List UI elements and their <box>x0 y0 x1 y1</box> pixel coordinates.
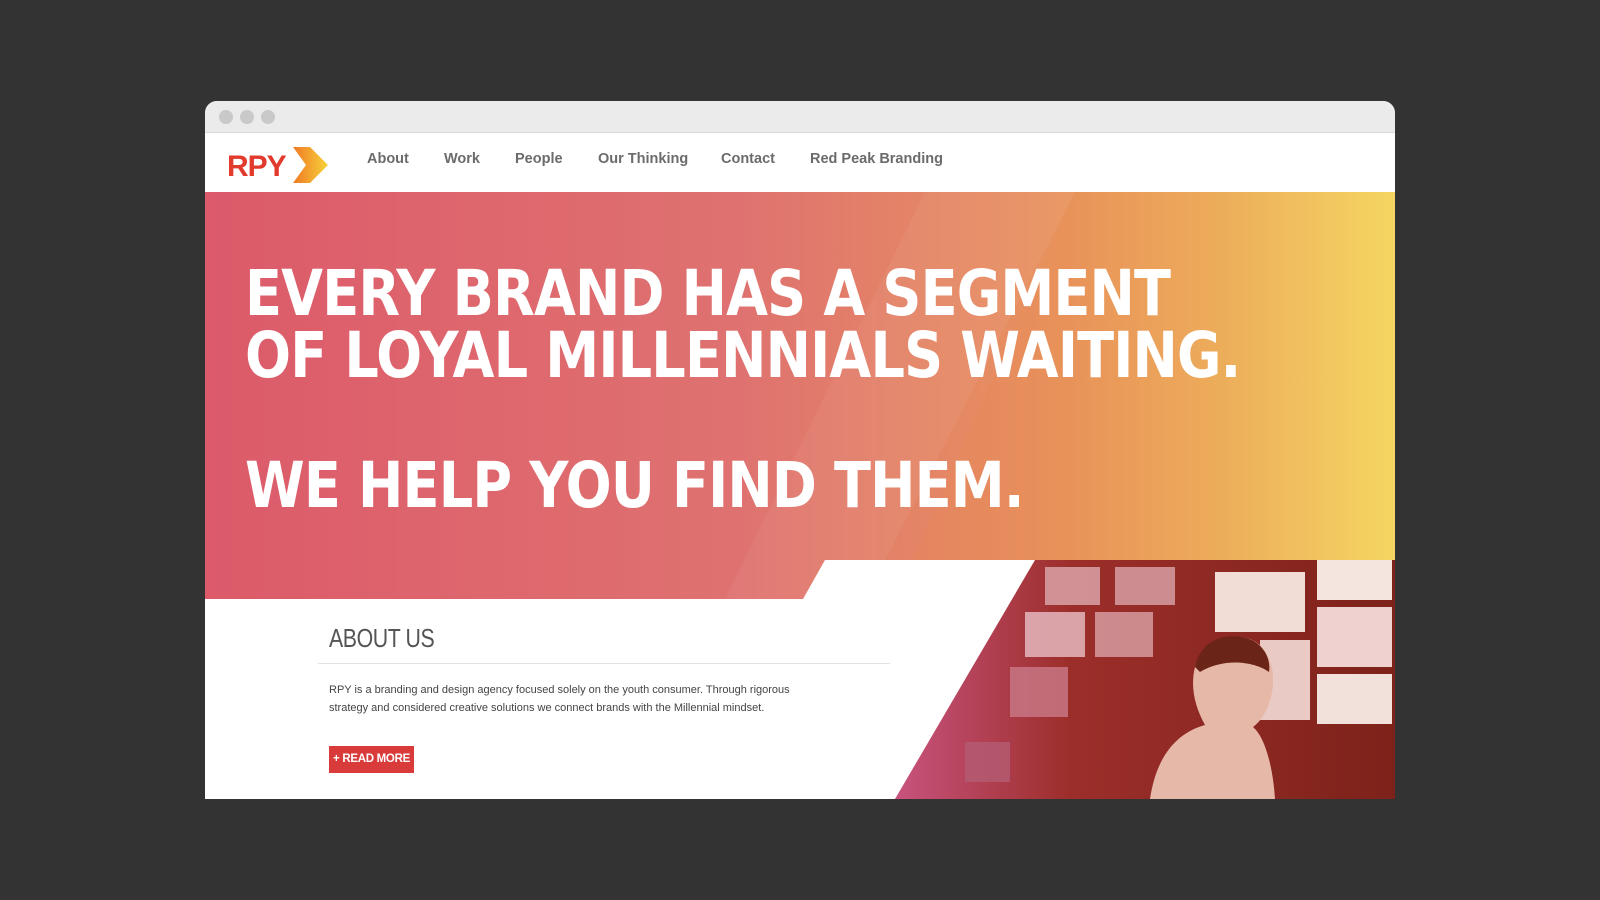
about-divider <box>318 663 890 664</box>
nav-our-thinking[interactable]: Our Thinking <box>598 151 688 167</box>
about-body: RPY is a branding and design agency focu… <box>329 684 790 714</box>
window-dot-icon[interactable] <box>240 110 254 124</box>
hero-headline-line-1: EVERY BRAND HAS A SEGMENT <box>245 257 1171 330</box>
about-title: ABOUT US <box>329 623 435 653</box>
browser-window: RPY About Work People Our Thinking Conta… <box>205 101 1395 799</box>
nav-contact[interactable]: Contact <box>721 151 775 167</box>
hero-headline-line-2: OF LOYAL MILLENNIALS WAITING. <box>245 319 1241 392</box>
arrow-right-icon <box>293 147 328 183</box>
window-dot-icon[interactable] <box>261 110 275 124</box>
window-dot-icon[interactable] <box>219 110 233 124</box>
nav-about[interactable]: About <box>367 151 409 167</box>
nav-people[interactable]: People <box>515 151 563 167</box>
nav-red-peak-branding[interactable]: Red Peak Branding <box>810 151 943 167</box>
nav-work[interactable]: Work <box>444 151 480 167</box>
site-header: RPY About Work People Our Thinking Conta… <box>205 133 1395 192</box>
browser-chrome <box>205 101 1395 133</box>
hero-headline-line-3: WE HELP YOU FIND THEM. <box>245 449 1024 522</box>
site-logo[interactable]: RPY <box>227 141 337 185</box>
read-more-button[interactable]: + READ MORE <box>329 746 414 773</box>
logo-text: RPY <box>227 150 287 183</box>
